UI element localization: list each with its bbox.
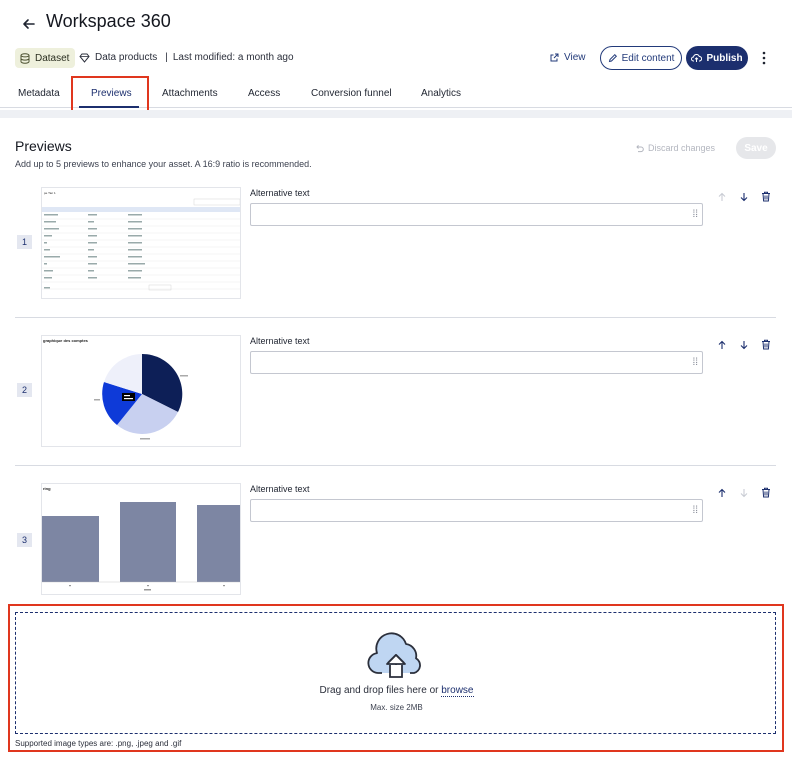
preview-thumbnail-table: pe Tier 1 [41,187,241,299]
preview-row-2: 2 graphique des comptes Alternative text… [15,332,776,466]
page-header: Workspace 360 Dataset Data products | La… [0,0,792,114]
drag-text: Drag and drop files here or [319,685,439,696]
alt-text-label: Alternative text [250,336,310,346]
trash-icon[interactable] [761,339,771,350]
trash-icon[interactable] [761,191,771,202]
alt-text-input[interactable]: ⁞⁞ [250,351,703,374]
move-up-icon[interactable] [717,192,727,202]
last-modified: Last modified: a month ago [172,52,294,63]
pie-preview-image: graphique des comptes [43,338,188,440]
table-preview-image: pe Tier 1 [42,191,240,291]
diamond-icon [79,53,90,63]
discard-changes-button[interactable]: Discard changes [635,143,715,153]
file-dropzone[interactable]: Drag and drop files here or browse Max. … [15,612,776,734]
database-icon [20,52,30,64]
previews-panel: Previews Add up to 5 previews to enhance… [0,118,792,773]
back-button[interactable] [22,12,42,34]
cloud-upload-small-icon [691,53,703,62]
save-button[interactable]: Save [736,137,776,159]
page-title: Workspace 360 [46,11,171,31]
tab-conversion-funnel[interactable]: Conversion funnel [311,88,392,99]
alt-text-input[interactable]: ⁞⁞ [250,203,703,226]
text-field-icon: ⁞⁞ [692,209,698,220]
preview-number: 3 [17,533,32,547]
text-field-icon: ⁞⁞ [692,357,698,368]
badge-label: Dataset [35,52,70,64]
preview-row-3: 3 ring Alternative text ⁞⁞ [15,480,776,614]
drop-instructions: Drag and drop files here or browse [16,685,777,697]
asset-meta: Data products | Last modified: a month a… [79,52,294,63]
more-options-button[interactable] [758,48,770,68]
supported-types-note: Supported image types are: .png, .jpeg a… [15,739,182,748]
meta-separator: | [165,52,168,63]
preview-thumbnail-bar: ring [41,483,241,595]
view-label: View [564,52,586,63]
publish-label: Publish [706,52,743,64]
alt-text-label: Alternative text [250,188,310,198]
external-link-icon [550,53,559,62]
cloud-upload-icon [367,632,421,678]
preview-thumbnail-pie: graphique des comptes [41,335,241,447]
pencil-icon [608,53,617,63]
tab-metadata[interactable]: Metadata [18,88,60,99]
discard-label: Discard changes [648,143,716,153]
thumb-title: graphique des comptes [43,338,89,343]
publish-button[interactable]: Publish [686,46,748,70]
move-down-icon[interactable] [739,340,749,350]
trash-icon[interactable] [761,487,771,498]
more-vertical-icon [762,51,766,65]
browse-link[interactable]: browse [441,685,474,697]
preview-row-1: 1 pe Tier 1 Alternative text ⁞⁞ [15,184,776,318]
row-divider [15,317,776,318]
tab-attachments[interactable]: Attachments [162,88,218,99]
section-title: Previews [15,138,72,154]
arrow-left-icon [23,19,35,29]
view-link[interactable]: View [550,52,586,63]
move-up-icon[interactable] [717,340,727,350]
row-divider [15,465,776,466]
alt-text-label: Alternative text [250,484,310,494]
preview-number: 1 [17,235,32,249]
move-up-icon[interactable] [717,488,727,498]
move-down-icon[interactable] [739,488,749,498]
max-size-note: Max. size 2MB [370,703,423,712]
edit-content-button[interactable]: Edit content [600,46,682,70]
undo-icon [636,144,644,152]
move-down-icon[interactable] [739,192,749,202]
text-field-icon: ⁞⁞ [692,505,698,516]
thumb-title: ring [43,486,51,491]
tab-access[interactable]: Access [248,88,280,99]
previews-tab-highlight [71,76,149,114]
thumb-title: pe Tier 1 [44,191,56,195]
section-subtitle: Add up to 5 previews to enhance your ass… [15,159,312,169]
category-label: Data products [95,52,158,63]
alt-text-input[interactable]: ⁞⁞ [250,499,703,522]
dataset-badge: Dataset [15,48,76,68]
edit-label: Edit content [621,52,675,64]
tab-analytics[interactable]: Analytics [421,88,461,99]
preview-number: 2 [17,383,32,397]
header-divider [0,110,792,118]
bar-preview-image: ring [42,486,240,591]
